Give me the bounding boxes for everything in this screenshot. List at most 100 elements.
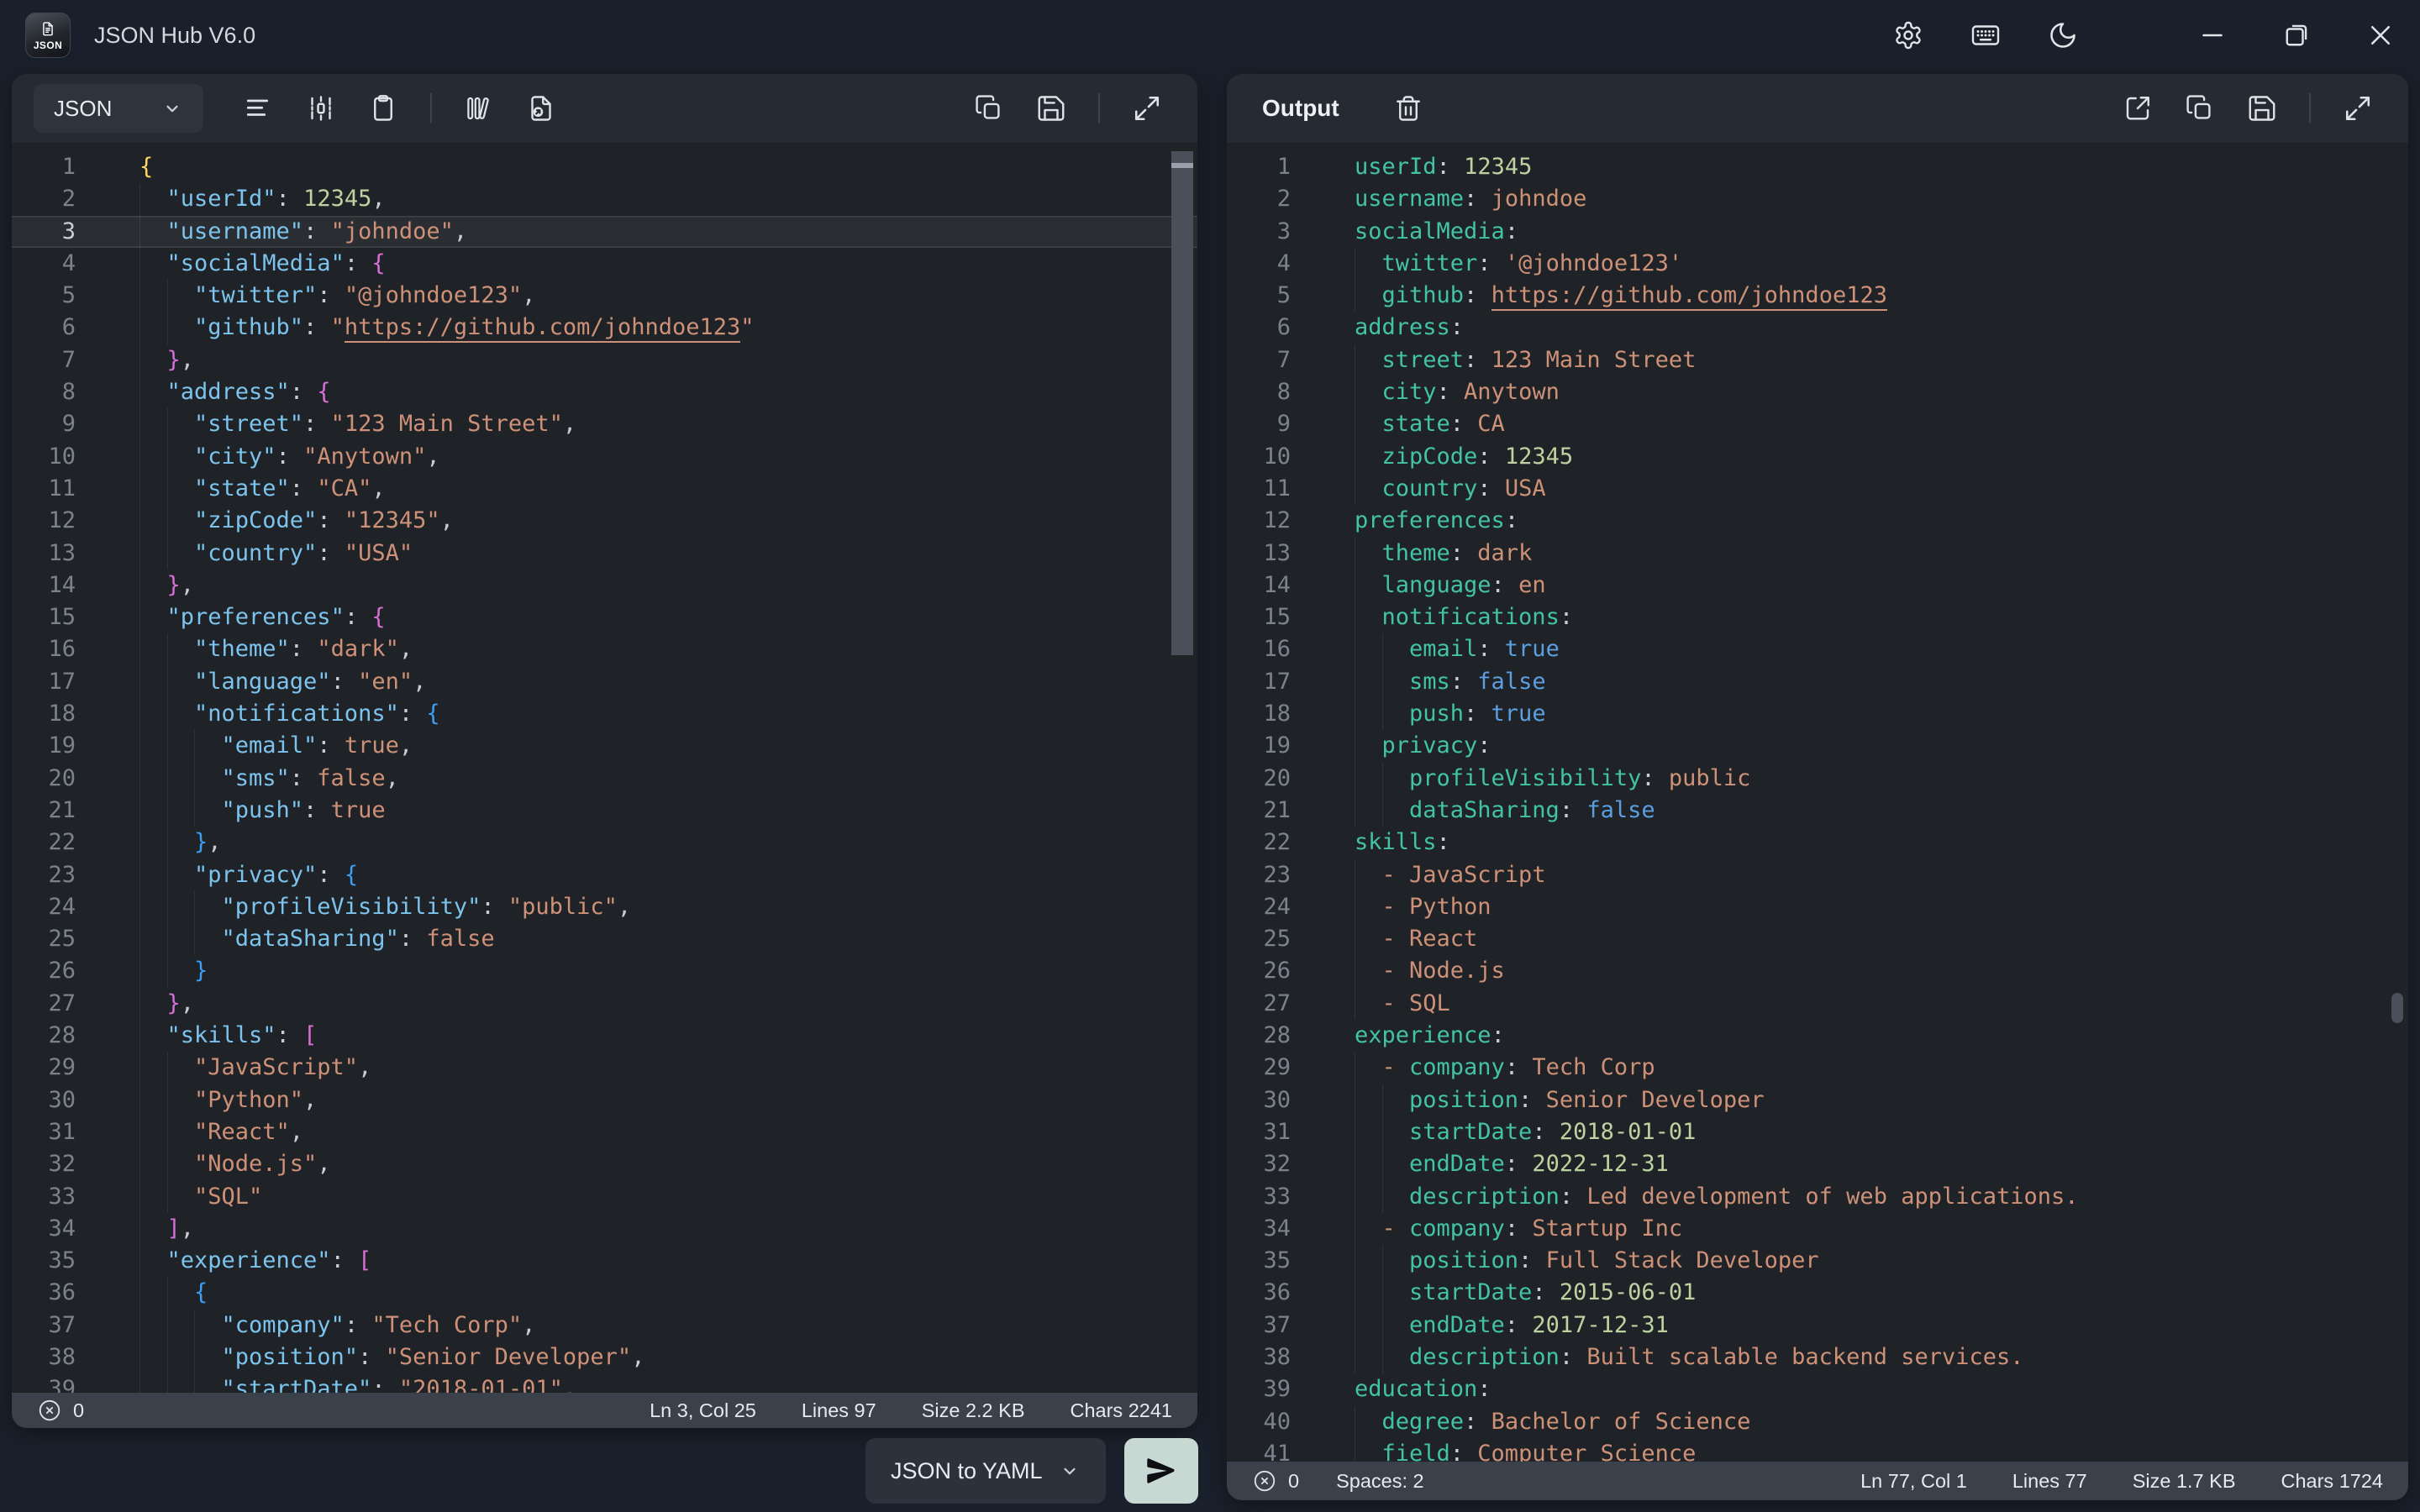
expand-input-button[interactable] — [1125, 87, 1169, 130]
code-line: 27}, — [12, 988, 1197, 1020]
paste-button[interactable] — [361, 87, 405, 130]
settings-button[interactable] — [1887, 14, 1929, 56]
code-line: 8"address": { — [12, 376, 1197, 408]
indent-guide — [167, 827, 195, 858]
code-line: 22}, — [12, 827, 1197, 858]
code-text: "socialMedia": { — [139, 248, 386, 280]
code-text: description: Led development of web appl… — [1355, 1181, 2079, 1213]
indent-guide — [139, 1341, 167, 1373]
minify-button[interactable] — [299, 87, 343, 130]
line-number: 28 — [12, 1020, 106, 1052]
indent-guide — [194, 1373, 222, 1393]
line-number: 11 — [12, 473, 106, 505]
code-line: 30position: Senior Developer — [1227, 1084, 2408, 1116]
chevron-down-icon — [161, 97, 183, 119]
json-editor-scrollbar[interactable] — [1171, 151, 1193, 1378]
code-text: { — [139, 151, 153, 183]
indent-guide — [167, 408, 195, 440]
close-button[interactable] — [2360, 14, 2402, 56]
code-line: 16email: true — [1227, 633, 2408, 665]
window-title: JSON Hub V6.0 — [94, 23, 255, 49]
indent-guide — [139, 312, 167, 344]
line-number: 5 — [12, 280, 106, 312]
code-line: 8city: Anytown — [1227, 376, 2408, 408]
code-text: position: Full Stack Developer — [1355, 1245, 1819, 1277]
code-line: 25"dataSharing": false — [12, 923, 1197, 955]
theme-toggle-button[interactable] — [2042, 14, 2084, 56]
code-line: 33"SQL" — [12, 1181, 1197, 1213]
titlebar: JSON JSON Hub V6.0 — [0, 0, 2420, 71]
line-number: 31 — [12, 1116, 106, 1148]
code-text: theme: dark — [1355, 538, 1532, 570]
format-document-button[interactable] — [237, 87, 281, 130]
line-number: 21 — [1227, 795, 1321, 827]
indent-guide — [139, 1020, 167, 1052]
code-line: 19privacy: — [1227, 730, 2408, 762]
input-statusbar: 0 Ln 3, Col 25 Lines 97 Size 2.2 KB Char… — [12, 1393, 1197, 1428]
line-number: 19 — [12, 730, 106, 762]
indent-guide — [1355, 538, 1382, 570]
maximize-button[interactable] — [2275, 14, 2317, 56]
line-number: 10 — [1227, 441, 1321, 473]
line-number: 40 — [1227, 1406, 1321, 1438]
code-line: 31 "React", — [12, 1116, 1197, 1148]
save-output-button[interactable] — [2240, 87, 2284, 130]
code-line: 11country: USA — [1227, 473, 2408, 505]
scrollbar-thumb[interactable] — [1171, 151, 1193, 655]
line-number: 12 — [12, 505, 106, 537]
line-number: 7 — [12, 344, 106, 376]
library-button[interactable] — [457, 87, 501, 130]
clear-output-button[interactable] — [1386, 87, 1430, 130]
code-line: 33description: Led development of web ap… — [1227, 1181, 2408, 1213]
copy-output-button[interactable] — [2178, 87, 2222, 130]
indent-guide — [1355, 1213, 1382, 1245]
share-output-button[interactable] — [2116, 87, 2160, 130]
output-scrollbar-thumb[interactable] — [2391, 993, 2403, 1023]
code-text: - React — [1355, 923, 1477, 955]
indent-guide — [194, 730, 222, 762]
line-number: 20 — [1227, 763, 1321, 795]
indent-guide — [167, 441, 195, 473]
minimize-button[interactable] — [2191, 14, 2233, 56]
code-line: 3socialMedia: — [1227, 216, 2408, 248]
indent-guide — [194, 795, 222, 827]
indent-guide — [1355, 1341, 1382, 1373]
indent-guide — [139, 988, 167, 1020]
expand-output-button[interactable] — [2336, 87, 2380, 130]
convert-button[interactable] — [1124, 1438, 1198, 1504]
line-number: 3 — [1227, 216, 1321, 248]
code-text: "Node.js", — [139, 1148, 331, 1180]
code-line: 15"preferences": { — [12, 601, 1197, 633]
output-toolbar: Output — [1227, 74, 2408, 143]
indent-guide — [1355, 344, 1382, 376]
code-text: "React", — [139, 1116, 303, 1148]
code-text: field: Computer Science — [1355, 1438, 1696, 1462]
indent-guide — [167, 859, 195, 891]
keyboard-button[interactable] — [1965, 14, 2007, 56]
code-text: "street": "123 Main Street", — [139, 408, 576, 440]
indent-guide — [1355, 1148, 1382, 1180]
code-line: 23"privacy": { — [12, 859, 1197, 891]
json-editor[interactable]: 1{2"userId": 12345,3"username": "johndoe… — [12, 143, 1197, 1393]
load-sample-button[interactable] — [519, 87, 563, 130]
format-select[interactable]: JSON — [34, 84, 203, 133]
code-text: }, — [139, 570, 194, 601]
copy-input-button[interactable] — [967, 87, 1011, 130]
save-input-button[interactable] — [1029, 87, 1073, 130]
code-text: startDate: 2015-06-01 — [1355, 1277, 1696, 1309]
indent-guide — [139, 955, 167, 987]
conversion-select[interactable]: JSON to YAML — [865, 1438, 1106, 1504]
char-count: Chars 1724 — [2281, 1470, 2384, 1493]
indent-guide — [194, 891, 222, 923]
indent-guide — [167, 1373, 195, 1393]
line-number: 8 — [12, 376, 106, 408]
code-line: 40degree: Bachelor of Science — [1227, 1406, 2408, 1438]
indent-guide — [1355, 376, 1382, 408]
code-line: 1userId: 12345 — [1227, 151, 2408, 183]
cursor-position: Ln 77, Col 1 — [1860, 1470, 1967, 1493]
moon-icon — [2048, 20, 2078, 50]
code-text: "userId": 12345, — [139, 183, 386, 215]
indent-guide — [1382, 666, 1410, 698]
yaml-output-editor[interactable]: 1userId: 123452username: johndoe3socialM… — [1227, 143, 2408, 1462]
code-text: experience: — [1355, 1020, 1505, 1052]
